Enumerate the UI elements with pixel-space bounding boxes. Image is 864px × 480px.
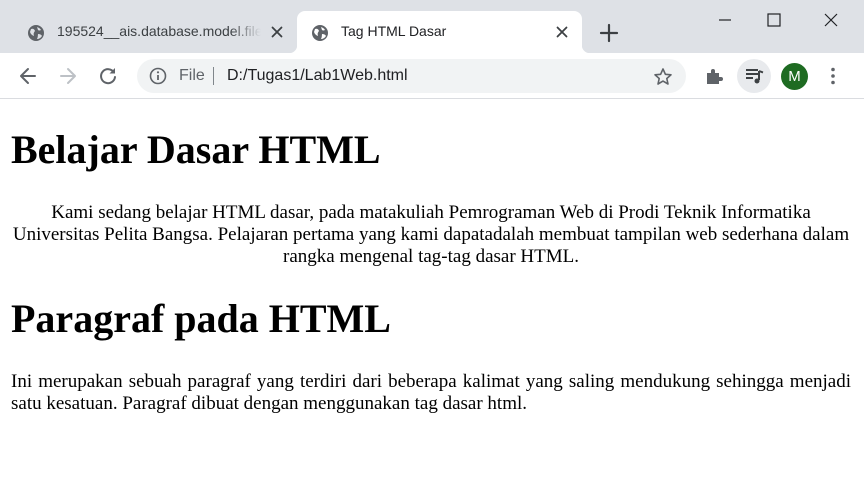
reload-icon[interactable] xyxy=(97,65,119,87)
close-tab-icon[interactable] xyxy=(269,24,285,40)
more-menu-icon[interactable] xyxy=(822,65,844,87)
tab-title: 195524__ais.database.model.file.Pertemua… xyxy=(57,23,261,39)
maximize-window-icon[interactable] xyxy=(750,0,796,40)
url-scheme-label: File xyxy=(179,67,205,84)
info-icon[interactable] xyxy=(149,67,167,85)
new-tab-plus-icon[interactable] xyxy=(598,22,620,44)
tab-title: Tag HTML Dasar xyxy=(341,23,447,39)
paragraph-1: Kami sedang belajar HTML dasar, pada mat… xyxy=(12,202,850,267)
globe-icon xyxy=(28,25,44,41)
close-tab-icon[interactable] xyxy=(554,24,570,40)
media-control-button[interactable] xyxy=(737,59,771,93)
page-heading-2: Paragraf pada HTML xyxy=(11,296,391,341)
profile-avatar[interactable]: M xyxy=(781,63,808,90)
paragraph-2: Ini merupakan sebuah paragraf yang terdi… xyxy=(11,371,851,414)
browser-toolbar: File D:/Tugas1/Lab1Web.html M xyxy=(0,53,864,99)
page-viewport: Belajar Dasar HTML Kami sedang belajar H… xyxy=(0,100,864,480)
page-heading-1: Belajar Dasar HTML xyxy=(11,127,381,172)
back-arrow-icon[interactable] xyxy=(17,65,39,87)
tab-strip: 195524__ais.database.model.file.Pertemua… xyxy=(0,0,864,53)
url-separator xyxy=(213,67,214,85)
tab-inactive[interactable]: 195524__ais.database.model.file.Pertemua… xyxy=(13,11,295,53)
close-window-icon[interactable] xyxy=(808,0,854,40)
address-bar[interactable]: File D:/Tugas1/Lab1Web.html xyxy=(137,59,686,93)
bookmark-star-icon[interactable] xyxy=(653,67,673,87)
forward-arrow-icon[interactable] xyxy=(57,65,79,87)
extensions-puzzle-icon[interactable] xyxy=(703,65,725,87)
globe-icon xyxy=(312,25,328,41)
url-text[interactable]: D:/Tugas1/Lab1Web.html xyxy=(227,67,408,85)
tab-active[interactable]: Tag HTML Dasar xyxy=(289,11,590,53)
minimize-window-icon[interactable] xyxy=(702,0,748,40)
playlist-music-icon xyxy=(746,69,764,84)
